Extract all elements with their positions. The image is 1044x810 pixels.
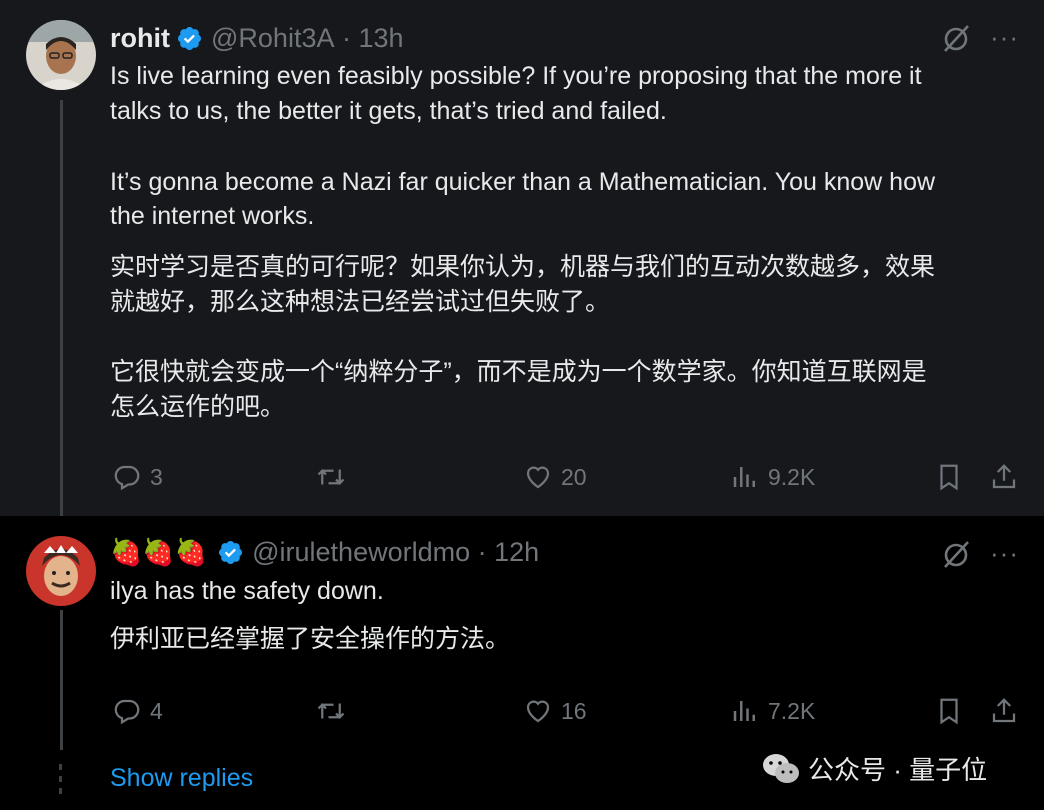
tweet-header: 🍓🍓🍓 @iruletheworldmo · 12h (110, 534, 539, 570)
bookmark-icon (940, 698, 958, 725)
views-button[interactable]: 7.2K (730, 696, 815, 726)
tweet-text-en-line: the internet works. (110, 202, 315, 230)
share-button[interactable] (989, 462, 1019, 492)
timestamp[interactable]: 12h (494, 537, 539, 568)
bookmark-icon (940, 464, 958, 491)
wechat-icon (763, 753, 799, 783)
tweet-text-en-line: Is live learning even feasibly possible?… (110, 62, 922, 90)
like-button[interactable]: 16 (523, 696, 587, 726)
timestamp[interactable]: 13h (358, 23, 403, 54)
retweet-button[interactable] (316, 696, 346, 726)
translation-line: 怎么运作的吧。 (110, 393, 286, 421)
avatar-rohit[interactable] (26, 20, 96, 90)
handle[interactable]: @iruletheworldmo (252, 537, 470, 568)
retweet-icon (317, 469, 345, 485)
reply-icon (114, 465, 140, 491)
like-count: 16 (561, 697, 587, 724)
reply-button[interactable]: 3 (112, 462, 163, 492)
translation-line: 它很快就会变成一个“纳粹分子”，而不是成为一个数学家。你知道互联网是 (110, 358, 927, 386)
grok-icon[interactable] (940, 22, 972, 54)
translation-text: 伊利亚已经掌握了安全操作的方法。 (110, 625, 511, 653)
more-icon[interactable]: ··· (990, 22, 1019, 53)
like-icon (526, 700, 550, 723)
views-icon (733, 467, 755, 487)
reply-icon (114, 699, 140, 725)
views-button[interactable]: 9.2K (730, 462, 815, 492)
separator-dot: · (334, 22, 359, 53)
thread-line (60, 100, 63, 516)
tweet-header: rohit @Rohit3A · 13h (110, 20, 404, 56)
translation-line: 实时学习是否真的可行呢？如果你认为，机器与我们的互动次数越多，效果 (110, 253, 936, 281)
retweet-icon (317, 703, 345, 719)
avatar-iruletheworldmo[interactable] (26, 536, 96, 606)
watermark-text: 公众号 · 量子位 (808, 755, 988, 785)
like-button[interactable]: 20 (523, 462, 587, 492)
share-icon (992, 698, 1016, 723)
bookmark-button[interactable] (934, 462, 964, 492)
share-button[interactable] (989, 696, 1019, 726)
show-replies-link[interactable]: Show replies (110, 764, 253, 793)
view-count: 9.2K (768, 463, 816, 490)
verified-badge-icon (177, 26, 202, 50)
thread-continuation-dots (58, 764, 64, 800)
thread-line (60, 610, 63, 750)
verified-badge-icon (219, 540, 243, 564)
translation-line: 就越好，那么这种想法已经尝试过但失败了。 (110, 288, 611, 316)
grok-icon[interactable] (940, 538, 972, 570)
separator-dot: · (470, 536, 495, 567)
tweet-text-en-line: It’s gonna become a Nazi far quicker tha… (110, 168, 936, 196)
view-count: 7.2K (768, 697, 816, 724)
bookmark-button[interactable] (934, 696, 964, 726)
wechat-watermark: 公众号 · 量子位 (762, 750, 987, 787)
reply-button[interactable]: 4 (112, 696, 163, 726)
retweet-button[interactable] (316, 462, 346, 492)
more-icon[interactable]: ··· (990, 538, 1019, 569)
like-count: 20 (561, 463, 587, 490)
tweet-rohit[interactable]: rohit @Rohit3A · 13h ··· Is live learnin… (0, 0, 1044, 516)
views-icon (733, 701, 755, 721)
reply-count: 4 (150, 697, 163, 724)
reply-count: 3 (150, 463, 163, 490)
tweet-text-en-line: talks to us, the better it gets, that’s … (110, 97, 667, 125)
handle[interactable]: @Rohit3A (211, 23, 334, 54)
share-icon (992, 464, 1016, 489)
like-icon (526, 466, 550, 489)
display-name[interactable]: rohit (110, 23, 170, 54)
tweet-text-en: ilya has the safety down. (110, 577, 384, 605)
display-name[interactable]: 🍓🍓🍓 (110, 537, 207, 568)
